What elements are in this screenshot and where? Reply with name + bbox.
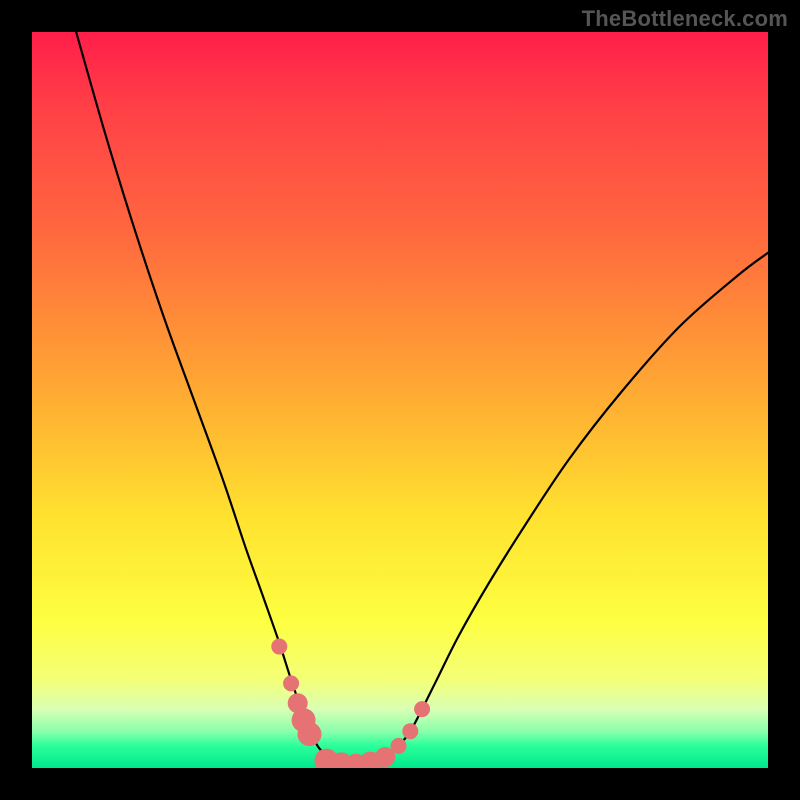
data-marker	[402, 723, 418, 739]
markers-group	[271, 639, 430, 768]
plot-area	[32, 32, 768, 768]
chart-svg	[32, 32, 768, 768]
data-marker	[283, 675, 299, 691]
right-curve	[356, 253, 768, 766]
data-marker	[271, 639, 287, 655]
data-marker	[297, 722, 321, 746]
data-marker	[391, 738, 407, 754]
chart-frame: TheBottleneck.com	[0, 0, 800, 800]
left-curve	[76, 32, 356, 766]
data-marker	[414, 701, 430, 717]
watermark-text: TheBottleneck.com	[582, 6, 788, 32]
